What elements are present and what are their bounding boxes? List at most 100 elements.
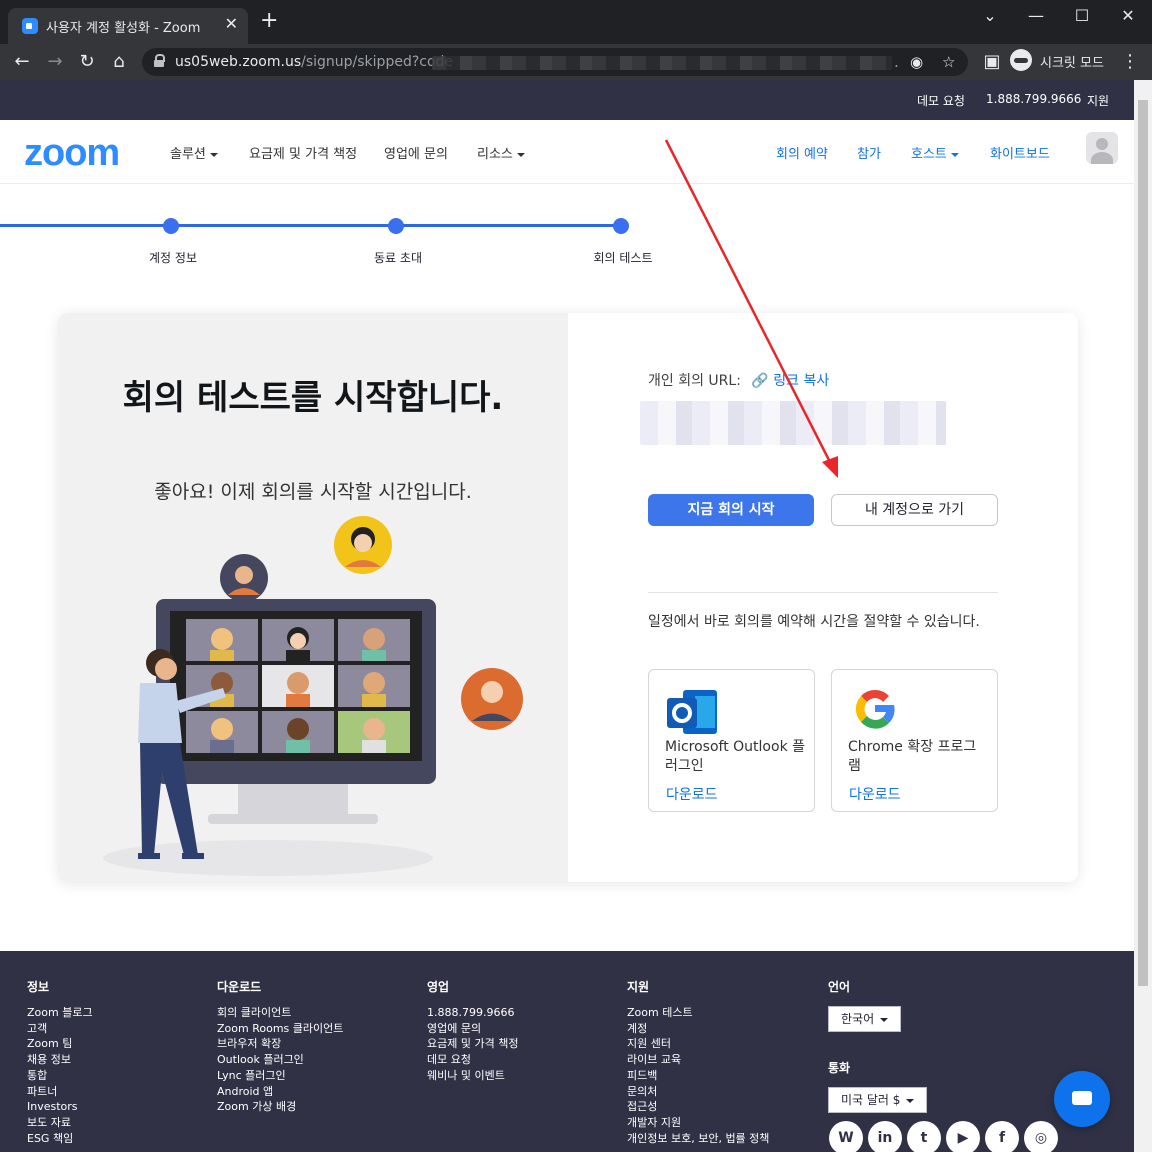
footer-link[interactable]: 보도 자료 [27,1115,93,1131]
reload-icon[interactable]: ↻ [75,50,99,74]
personal-url-label: 개인 회의 URL: [648,373,741,389]
url-text[interactable]: us05web.zoom.us/signup/skipped?code [175,54,453,70]
footer-link[interactable]: 피드백 [627,1068,769,1084]
footer-link[interactable]: 웨비나 및 이벤트 [427,1068,518,1084]
footer-heading-download: 다운로드 [217,980,262,994]
nav-schedule-meeting[interactable]: 회의 예약 [776,143,828,162]
nav-whiteboard[interactable]: 화이트보드 [990,143,1050,162]
browser-tab-bar: 사용자 계정 활성화 - Zoom ✕ + ⌄ — ☐ ✕ [0,0,1152,44]
footer-link[interactable]: 고객 [27,1021,93,1037]
url-ellipsis: . [894,53,899,71]
zoom-logo[interactable]: zoom [24,132,120,175]
copy-link-button[interactable]: 🔗 링크 복사 [751,373,829,389]
browser-tab[interactable]: 사용자 계정 활성화 - Zoom ✕ [8,8,248,44]
browser-menu-icon[interactable]: ⋮ [1118,50,1142,74]
step-dot [613,218,629,234]
linkedin-icon[interactable]: in [868,1121,902,1155]
chevron-down-icon [880,1017,889,1022]
nav-join[interactable]: 참가 [857,143,881,162]
chat-support-button[interactable] [1054,1071,1110,1127]
tab-search-icon[interactable]: ⌄ [970,6,1010,25]
support-link[interactable]: 지원 [1087,92,1109,109]
chevron-down-icon [209,152,218,157]
footer-heading-support: 지원 [627,980,650,994]
forward-arrow-icon[interactable]: → [43,50,67,74]
utility-bar: 데모 요청 1.888.799.9666 지원 [0,80,1134,120]
nav-contact-sales[interactable]: 영업에 문의 [384,143,448,162]
main-nav: zoom 솔루션 요금제 및 가격 책정 영업에 문의 리소스 회의 예약 참가… [0,120,1134,184]
footer-link[interactable]: Zoom 팀 [27,1036,93,1052]
footer-link[interactable]: 계정 [627,1021,769,1037]
outlook-plugin-card[interactable]: Microsoft Outlook 플러그인 다운로드 [648,669,815,812]
nav-solutions[interactable]: 솔루션 [170,143,218,162]
step-label-account-info: 계정 정보 [149,251,197,265]
footer-link[interactable]: 지원 센터 [627,1036,769,1052]
footer-link[interactable]: Zoom 테스트 [627,1005,769,1021]
chrome-download-link[interactable]: 다운로드 [849,784,901,804]
currency-select[interactable]: 미국 달러 $ [828,1087,928,1113]
start-meeting-button[interactable]: 지금 회의 시작 [648,494,814,526]
link-icon: 🔗 [751,373,769,389]
footer-link[interactable]: ESG 책임 [27,1131,93,1147]
outlook-download-link[interactable]: 다운로드 [666,784,718,804]
page-subtitle: 좋아요! 이제 회의를 시작할 시간입니다. [154,481,472,503]
facebook-icon[interactable]: f [985,1121,1019,1155]
close-tab-icon[interactable]: ✕ [225,14,238,33]
footer-heading-about: 정보 [27,980,50,994]
footer-link[interactable]: Zoom 가상 배경 [217,1099,343,1115]
new-tab-button[interactable]: + [260,10,278,32]
bookmark-star-icon[interactable]: ☆ [942,53,955,71]
youtube-icon[interactable]: ▶ [946,1121,980,1155]
footer-link[interactable]: 영업에 문의 [427,1021,518,1037]
footer-link[interactable]: Zoom Rooms 클라이언트 [217,1021,343,1037]
footer-link[interactable]: 파트너 [27,1084,93,1100]
footer-link[interactable]: 통합 [27,1068,93,1084]
user-avatar[interactable] [1086,132,1118,164]
side-panel-icon[interactable]: ▣ [980,50,1004,74]
footer-link[interactable]: 브라우저 확장 [217,1036,343,1052]
step-label-invite-colleagues: 동료 초대 [374,251,422,265]
demo-request-link[interactable]: 데모 요청 [917,92,965,109]
wordpress-icon[interactable]: W [829,1121,863,1155]
footer-link[interactable]: 요금제 및 가격 책정 [427,1036,518,1052]
tracking-protection-eye-icon[interactable]: ◉ [910,53,923,71]
back-arrow-icon[interactable]: ← [10,50,34,74]
chevron-down-icon [950,152,959,157]
step-label-test-meeting: 회의 테스트 [593,251,653,265]
footer-link[interactable]: Outlook 플러그인 [217,1052,343,1068]
footer-link[interactable]: 데모 요청 [427,1052,518,1068]
footer-link[interactable]: 1.888.799.9666 [427,1005,518,1021]
go-to-account-button[interactable]: 내 계정으로 가기 [831,494,998,526]
footer-link[interactable]: 라이브 교육 [627,1052,769,1068]
minimize-button[interactable]: — [1016,6,1056,25]
nav-resources[interactable]: 리소스 [477,143,525,162]
nav-pricing[interactable]: 요금제 및 가격 책정 [249,143,357,162]
home-icon[interactable]: ⌂ [107,50,131,74]
chrome-extension-card[interactable]: Chrome 확장 프로그램 다운로드 [831,669,998,812]
footer-link[interactable]: 개인정보 보호, 보안, 법률 정책 [627,1131,769,1147]
outlook-plugin-name: Microsoft Outlook 플러그인 [665,739,806,774]
nav-host[interactable]: 호스트 [911,143,959,162]
zoom-favicon-icon [22,18,38,34]
footer-link[interactable]: Investors [27,1099,93,1115]
footer-link[interactable]: 채용 정보 [27,1052,93,1068]
phone-link[interactable]: 1.888.799.9666 [986,92,1081,106]
address-bar[interactable]: us05web.zoom.us/signup/skipped?code . ◉ … [142,48,968,76]
footer-link[interactable]: 접근성 [627,1099,769,1115]
footer-link[interactable]: 문의처 [627,1084,769,1100]
footer-col-about: Zoom 블로그 고객 Zoom 팀 채용 정보 통합 파트너 Investor… [27,1005,93,1146]
maximize-button[interactable]: ☐ [1062,6,1102,25]
scrollbar-thumb[interactable] [1138,100,1148,986]
language-select[interactable]: 한국어 [828,1006,902,1032]
footer-link[interactable]: 개발자 지원 [627,1115,769,1131]
lock-icon[interactable] [154,54,165,67]
chevron-down-icon [906,1098,915,1103]
footer-link[interactable]: Lync 플러그인 [217,1068,343,1084]
twitter-icon[interactable]: t [907,1121,941,1155]
footer-link[interactable]: Zoom 블로그 [27,1005,93,1021]
footer-link[interactable]: Android 앱 [217,1084,343,1100]
close-window-button[interactable]: ✕ [1108,6,1148,25]
footer-link[interactable]: 회의 클라이언트 [217,1005,343,1021]
tab-title: 사용자 계정 활성화 - Zoom [46,21,201,36]
instagram-icon[interactable]: ◎ [1024,1121,1058,1155]
